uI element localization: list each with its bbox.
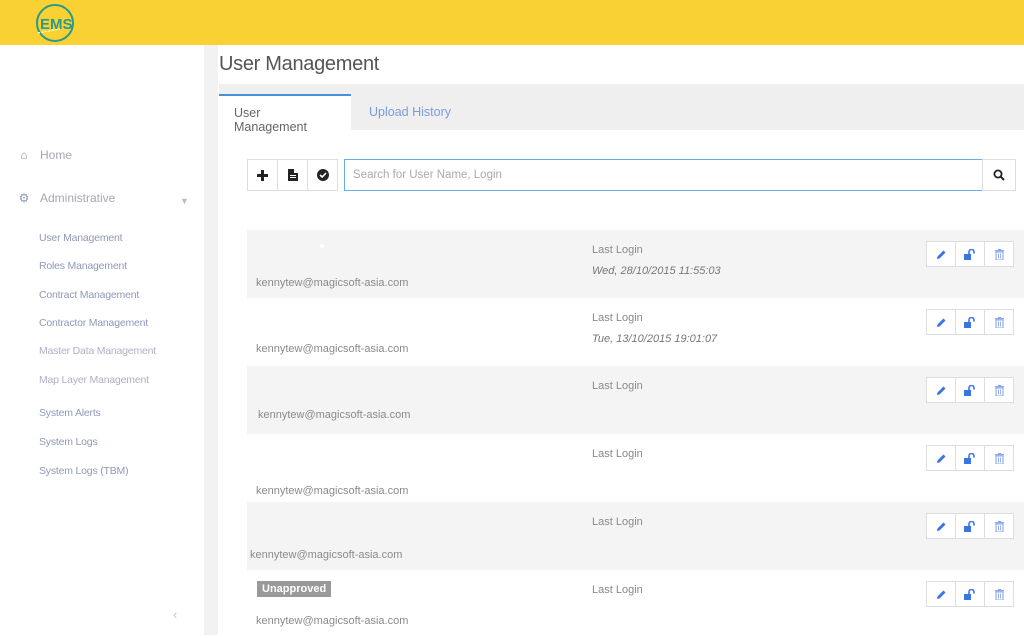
unlock-icon [964, 588, 975, 600]
user-email: kennytew@magicsoft-asia.com [250, 549, 403, 561]
trash-icon [994, 384, 1004, 396]
chevron-down-icon[interactable]: ▼ [180, 196, 189, 206]
unlock-button[interactable] [955, 241, 985, 267]
last-login-date: Wed, 28/10/2015 11:55:03 [592, 265, 721, 277]
user-email: kennytew@magicsoft-asia.com [256, 343, 409, 355]
row-actions [926, 513, 1014, 539]
page-title: User Management [219, 53, 380, 75]
approve-button[interactable] [307, 159, 338, 191]
sidebar-subitem-roles-management[interactable]: Roles Management [39, 260, 127, 272]
unlock-button[interactable] [955, 513, 985, 539]
row-actions [926, 581, 1014, 607]
trash-icon [994, 588, 1004, 600]
sidebar-item-administrative[interactable]: ⚙ Administrative [16, 191, 116, 205]
row-actions [926, 377, 1014, 403]
edit-button[interactable] [926, 241, 956, 267]
pencil-icon [936, 250, 945, 259]
trash-icon [994, 248, 1004, 260]
check-circle-icon [316, 169, 329, 181]
sidebar-subitem-user-management[interactable]: User Management [39, 232, 123, 244]
sidebar-subitem-map-layer-management[interactable]: Map Layer Management [39, 374, 149, 386]
delete-button[interactable] [984, 241, 1014, 267]
unlock-button[interactable] [955, 445, 985, 471]
search-input[interactable] [344, 159, 983, 191]
sidebar-subitem-contract-management[interactable]: Contract Management [39, 289, 139, 301]
plus-icon [257, 169, 268, 181]
pencil-icon [936, 386, 945, 395]
sidebar-item-home[interactable]: ⌂ Home [16, 148, 72, 162]
last-login-label: Last Login [592, 380, 643, 392]
sidebar-collapse-icon[interactable]: ‹ [173, 607, 177, 622]
user-email: kennytew@magicsoft-asia.com [256, 277, 409, 289]
user-row: kennytew@magicsoft-asia.com Last Login [247, 366, 1024, 434]
user-row: kennytew@magicsoft-asia.com Last Login [247, 434, 1024, 502]
last-login-label: Last Login [592, 312, 643, 324]
trash-icon [994, 316, 1004, 328]
sidebar [0, 45, 204, 635]
pencil-icon [936, 454, 945, 463]
last-login-label: Last Login [592, 516, 643, 528]
last-login-date: Tue, 13/10/2015 19:01:07 [592, 333, 718, 345]
toolbar [247, 159, 338, 191]
ems-logo[interactable]: EMS [30, 2, 78, 44]
logo-text: EMS [40, 16, 73, 33]
tab-user-management[interactable]: User Management [219, 94, 351, 134]
row-actions [926, 445, 1014, 471]
sidebar-item-label: Home [40, 148, 73, 162]
status-badge: Unapproved [257, 581, 332, 597]
delete-button[interactable] [984, 445, 1014, 471]
search-icon [993, 169, 1005, 181]
cogs-icon: ⚙ [18, 191, 30, 205]
delete-button[interactable] [984, 513, 1014, 539]
pencil-icon [936, 590, 945, 599]
unlock-button[interactable] [955, 581, 985, 607]
search-button[interactable] [982, 159, 1016, 191]
trash-icon [994, 520, 1004, 532]
delete-button[interactable] [984, 377, 1014, 403]
user-row: Unapproved kennytew@magicsoft-asia.com L… [247, 570, 1024, 638]
top-bar: EMS [0, 0, 1024, 45]
last-login-label: Last Login [592, 584, 643, 596]
pencil-icon [936, 522, 945, 531]
tab-upload-history[interactable]: Upload History [354, 95, 466, 130]
sidebar-subitem-system-alerts[interactable]: System Alerts [39, 407, 101, 419]
user-email: kennytew@magicsoft-asia.com [256, 485, 409, 497]
sidebar-subitem-system-logs-tbm[interactable]: System Logs (TBM) [39, 465, 129, 477]
edit-button[interactable] [926, 581, 956, 607]
user-email: kennytew@magicsoft-asia.com [258, 409, 411, 421]
sidebar-item-label: Administrative [40, 191, 116, 205]
unlock-button[interactable] [955, 309, 985, 335]
pencil-icon [936, 318, 945, 327]
sidebar-divider [204, 45, 218, 635]
add-user-button[interactable] [247, 159, 278, 191]
delete-button[interactable] [984, 309, 1014, 335]
sidebar-subitem-master-data-management[interactable]: Master Data Management [39, 345, 156, 357]
sidebar-subitem-system-logs[interactable]: System Logs [39, 436, 98, 448]
unlock-icon [964, 316, 975, 328]
edit-button[interactable] [926, 309, 956, 335]
delete-button[interactable] [984, 581, 1014, 607]
home-icon: ⌂ [20, 148, 28, 162]
row-actions [926, 309, 1014, 335]
unlock-icon [964, 452, 975, 464]
unlock-icon [964, 248, 975, 260]
user-row: kennytew@magicsoft-asia.com Last Login T… [247, 298, 1024, 366]
unlock-icon [964, 384, 975, 396]
edit-button[interactable] [926, 445, 956, 471]
trash-icon [994, 452, 1004, 464]
edit-button[interactable] [926, 513, 956, 539]
last-login-label: Last Login [592, 244, 643, 256]
sidebar-subitem-contractor-management[interactable]: Contractor Management [39, 317, 148, 329]
row-actions [926, 241, 1014, 267]
user-row: kennytew@magicsoft-asia.com Last Login [247, 502, 1024, 570]
unlock-icon [964, 520, 975, 532]
user-email: kennytew@magicsoft-asia.com [256, 615, 409, 627]
user-row: kennytew@magicsoft-asia.com Last Login W… [247, 230, 1024, 298]
unlock-button[interactable] [955, 377, 985, 403]
avatar-placeholder [320, 244, 324, 248]
file-icon [287, 169, 298, 181]
last-login-label: Last Login [592, 448, 643, 460]
import-file-button[interactable] [277, 159, 308, 191]
edit-button[interactable] [926, 377, 956, 403]
